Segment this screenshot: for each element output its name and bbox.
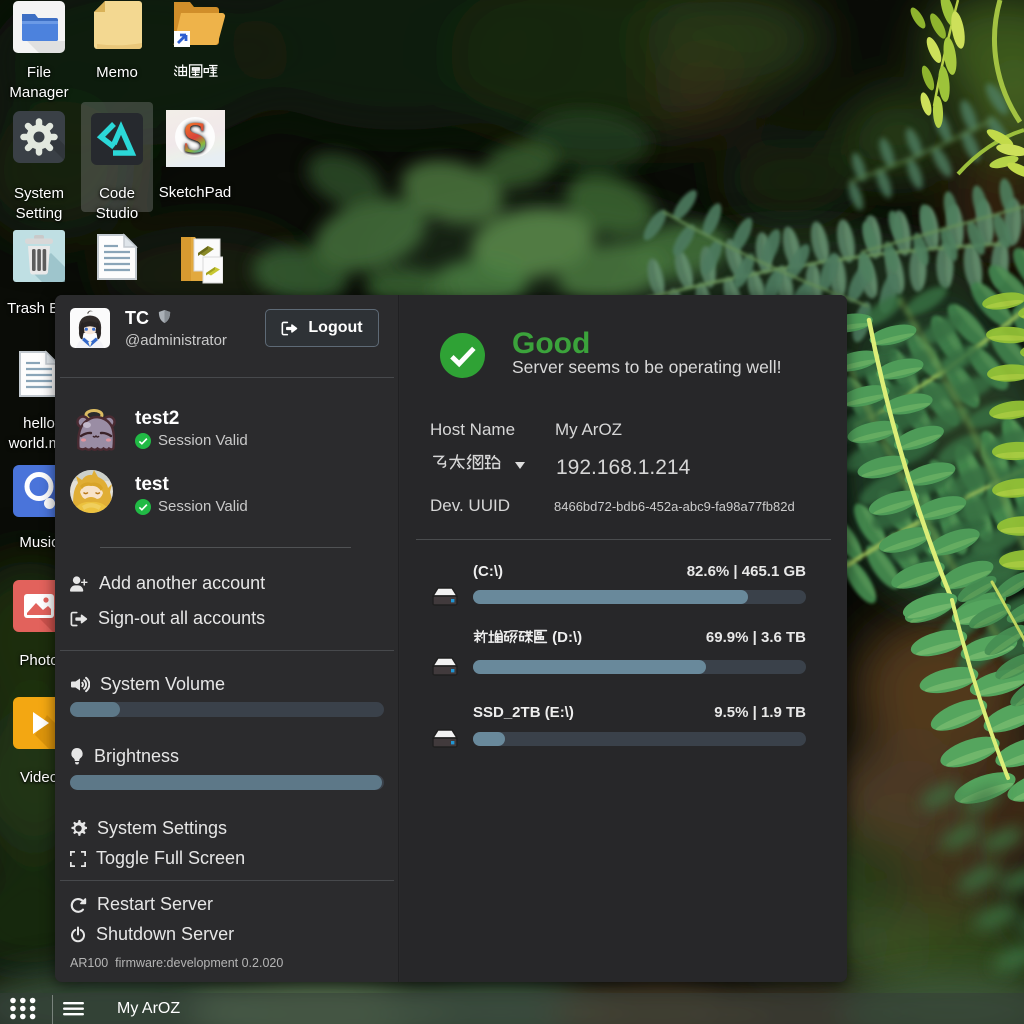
svg-text:S: S [182,113,206,162]
